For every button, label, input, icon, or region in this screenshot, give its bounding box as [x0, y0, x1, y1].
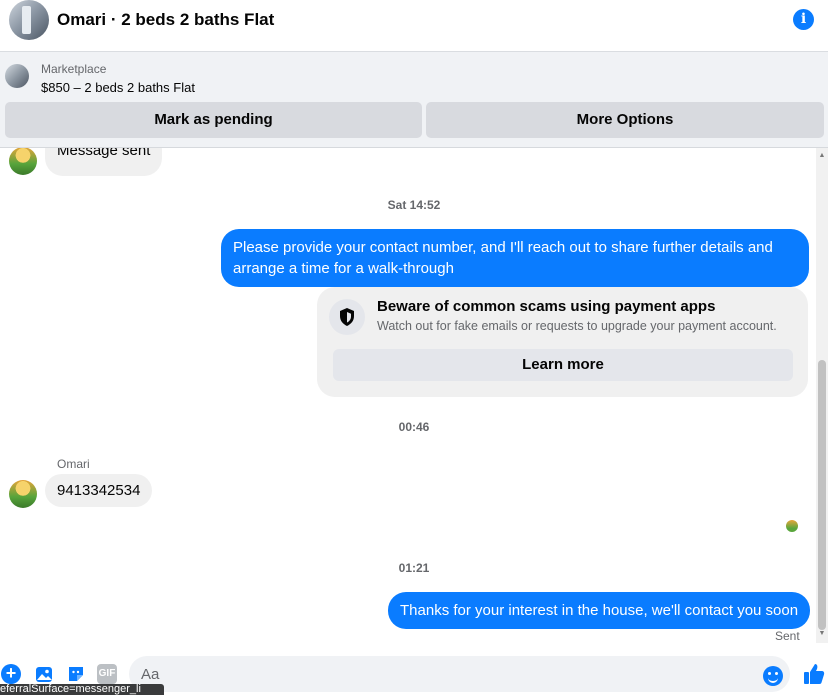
status-url-tooltip: eferralSurface=messenger_li	[0, 684, 164, 695]
avatar[interactable]	[9, 148, 37, 175]
shield-icon	[329, 299, 365, 335]
timestamp: 00:46	[398, 420, 430, 434]
emoji-icon[interactable]	[763, 666, 783, 686]
info-icon[interactable]: i	[793, 9, 814, 30]
scam-warning-description: Watch out for fake emails or requests to…	[377, 319, 777, 333]
message-bubble-outgoing: Please provide your contact number, and …	[221, 229, 809, 287]
conversation-title: Omari · 2 beds 2 baths Flat	[57, 10, 275, 29]
scam-warning-card: Beware of common scams using payment app…	[317, 287, 808, 397]
timestamp: 01:21	[398, 561, 430, 575]
marketplace-bar: Marketplace $850 – 2 beds 2 baths Flat M…	[0, 52, 828, 148]
scroll-up-icon[interactable]: ▲	[818, 152, 826, 160]
message-bubble-outgoing: Thanks for your interest in the house, w…	[388, 592, 811, 629]
scrollbar-thumb[interactable]	[818, 360, 826, 630]
more-options-button[interactable]: More Options	[426, 102, 824, 138]
timestamp: Sat 14:52	[387, 198, 441, 212]
listing-avatar[interactable]	[9, 0, 49, 40]
avatar[interactable]	[9, 480, 37, 508]
listing-price[interactable]: $850 – 2 beds 2 baths Flat	[41, 80, 195, 95]
message-bubble-incoming: 9413342534	[45, 474, 153, 507]
scam-warning-title: Beware of common scams using payment app…	[377, 298, 716, 315]
learn-more-button[interactable]: Learn more	[333, 349, 793, 381]
read-receipt-avatar	[786, 520, 798, 532]
gif-icon[interactable]: GIF	[97, 664, 117, 684]
plus-icon[interactable]: +	[1, 664, 21, 684]
listing-thumbnail[interactable]	[5, 64, 29, 88]
message-status: Sent	[775, 629, 800, 643]
message-input[interactable]: Aa	[129, 656, 790, 692]
message-bubble-incoming: Message sent	[45, 148, 163, 176]
mark-pending-button[interactable]: Mark as pending	[5, 102, 422, 138]
sticker-icon[interactable]	[66, 664, 86, 684]
message-input-placeholder: Aa	[141, 666, 160, 683]
marketplace-label: Marketplace	[41, 62, 107, 76]
thumbs-up-icon[interactable]	[803, 662, 825, 686]
sender-name: Omari	[57, 457, 90, 471]
conversation-header: Omari · 2 beds 2 baths Flat i	[0, 0, 828, 52]
message-list: Message sent Sat 14:52 Please provide yo…	[0, 148, 828, 653]
scroll-down-icon[interactable]: ▼	[818, 630, 826, 638]
photo-icon[interactable]	[34, 664, 54, 684]
